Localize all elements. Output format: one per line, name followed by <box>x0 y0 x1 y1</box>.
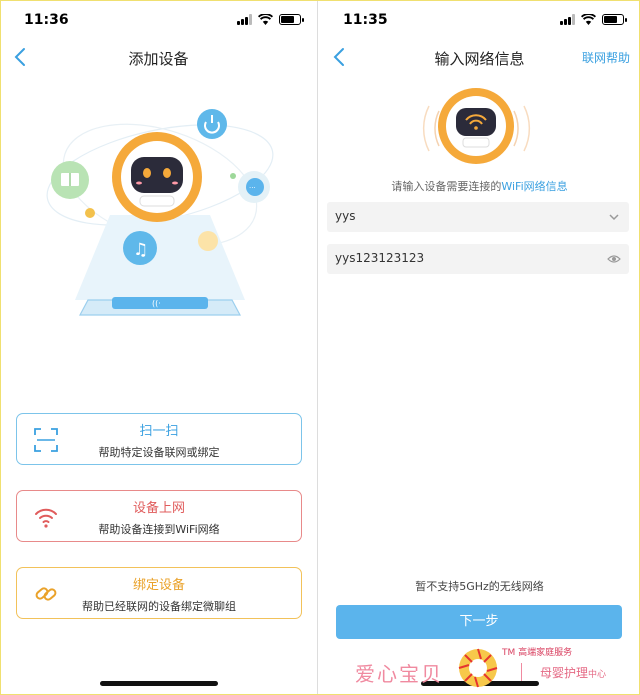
info-prefix: 请输入设备需要连接的 <box>391 180 502 193</box>
bind-card[interactable]: 绑定设备 帮助已经联网的设备绑定微聊组 <box>16 567 302 619</box>
svg-text:((·: ((· <box>152 299 161 308</box>
eye-icon[interactable] <box>607 252 621 266</box>
next-button[interactable]: 下一步 <box>336 605 622 639</box>
watermark-sub-main: 母婴护理 <box>540 666 589 680</box>
watermark-brand: 爱心宝贝 <box>355 662 443 686</box>
ssid-value: yys <box>335 209 356 223</box>
cellular-signal-icon <box>560 14 575 25</box>
cellular-signal-icon <box>237 14 252 25</box>
bind-card-desc: 帮助已经联网的设备绑定微聊组 <box>82 600 236 613</box>
password-value: yys123123123 <box>335 251 425 265</box>
info-highlight: WiFi网络信息 <box>501 180 568 193</box>
watermark-divider <box>521 663 522 681</box>
status-icons <box>560 14 627 25</box>
5ghz-note: 暂不支持5GHz的无线网络 <box>415 580 544 593</box>
network-info-screen: 11:35 输入网络信息 联网帮助 请输入设备需要连接的WiFi网络信息 yys <box>319 0 640 695</box>
watermark-subtitle: 母婴护理中心 <box>540 664 606 681</box>
scan-card-title: 扫一扫 <box>139 424 179 439</box>
wifi-status-icon <box>581 14 596 25</box>
password-field[interactable]: yys123123123 <box>327 244 629 274</box>
status-bar: 11:36 <box>0 0 317 40</box>
page-title: 添加设备 <box>128 50 189 68</box>
nav-bar: 添加设备 <box>0 40 317 76</box>
status-time: 11:35 <box>343 12 388 28</box>
svg-text:···: ··· <box>249 184 256 192</box>
scan-card[interactable]: 扫一扫 帮助特定设备联网或绑定 <box>16 413 302 465</box>
nav-bar: 输入网络信息 联网帮助 <box>319 40 640 76</box>
chevron-down-icon[interactable] <box>607 210 621 224</box>
wifi-status-icon <box>258 14 273 25</box>
watermark-sub-small: 中心 <box>588 670 607 680</box>
wifi-card-title: 设备上网 <box>132 501 185 516</box>
battery-icon <box>279 14 304 25</box>
status-time: 11:36 <box>24 12 69 28</box>
battery-icon <box>602 14 627 25</box>
status-bar: 11:35 <box>319 0 640 40</box>
status-icons <box>237 14 304 25</box>
robot-wifi-illustration <box>422 88 531 164</box>
network-help-link[interactable]: 联网帮助 <box>582 49 630 66</box>
hero-illustration: ((· ··· ♫ <box>46 109 274 316</box>
wifi-info-instruction: 请输入设备需要连接的WiFi网络信息 <box>319 178 640 194</box>
ssid-select[interactable]: yys <box>327 202 629 232</box>
home-indicator[interactable] <box>99 681 218 686</box>
scan-card-desc: 帮助特定设备联网或绑定 <box>98 446 220 459</box>
wifi-card-desc: 帮助设备连接到WiFi网络 <box>98 523 220 536</box>
bind-card-title: 绑定设备 <box>132 578 185 593</box>
watermark-tagline: TM 高端家庭服务 <box>502 648 573 658</box>
watermark-logo-icon <box>458 648 498 688</box>
wifi-card[interactable]: 设备上网 帮助设备连接到WiFi网络 <box>16 490 302 542</box>
svg-text:♫: ♫ <box>133 240 148 260</box>
add-device-screen: 11:36 添加设备 ((· ··· ♫ 扫一扫 帮助特定设备联网或绑定 设备上… <box>0 0 318 695</box>
